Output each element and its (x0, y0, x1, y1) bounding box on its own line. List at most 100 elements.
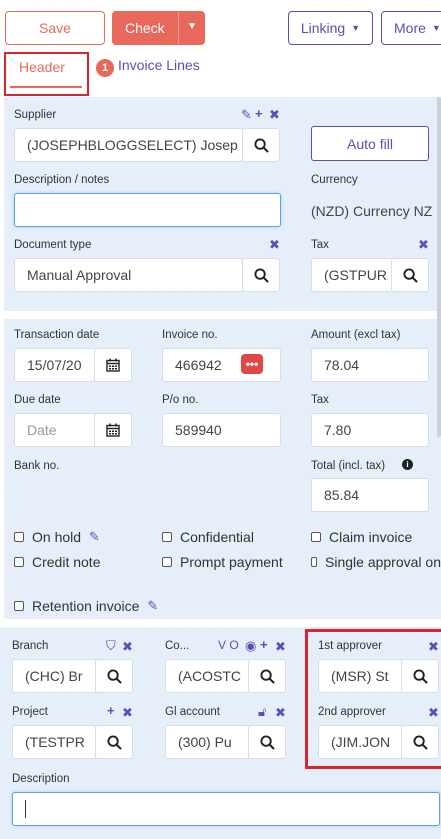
search-icon[interactable] (248, 659, 286, 693)
linking-label: Linking (300, 20, 346, 36)
total-incl-tax-input[interactable]: 85.84 (311, 478, 429, 512)
search-icon[interactable] (95, 659, 133, 693)
claim-invoice-checkbox[interactable]: Claim invoice (311, 529, 412, 545)
checkbox-box[interactable] (14, 557, 24, 567)
calendar-icon[interactable] (94, 413, 132, 447)
retention-invoice-label: Retention invoice (32, 598, 140, 614)
po-no-input[interactable]: 589940 (162, 413, 281, 447)
branch-input[interactable]: (CHC) Br (12, 659, 97, 693)
invoice-lines-badge: 1 (96, 59, 114, 77)
tab-active-underline (10, 86, 82, 88)
plus-icon[interactable]: + (107, 703, 115, 718)
info-icon[interactable]: i (402, 459, 413, 470)
approver-highlight (305, 629, 441, 769)
scrollbar[interactable] (437, 97, 441, 437)
eye-icon[interactable]: ◉ (245, 638, 256, 654)
project-input[interactable]: (TESTPR (12, 725, 97, 759)
supplier-label: Supplier (14, 109, 57, 121)
description-input[interactable] (12, 792, 440, 826)
search-icon[interactable] (248, 725, 286, 759)
save-button[interactable]: Save (5, 11, 105, 45)
bank-no-label: Bank no. (14, 460, 60, 472)
prompt-payment-checkbox[interactable]: Prompt payment (162, 554, 283, 570)
edit-icon[interactable]: ✎ (241, 107, 252, 123)
gl-account-input[interactable]: (300) Pu (165, 725, 250, 759)
search-icon[interactable] (391, 258, 429, 292)
search-icon[interactable] (242, 258, 280, 292)
checkbox-box[interactable] (311, 532, 321, 542)
tab-invoice-lines[interactable]: Invoice Lines (118, 57, 200, 73)
search-icon[interactable] (242, 128, 280, 162)
project-label: Project (12, 706, 48, 718)
close-icon[interactable]: ✖ (275, 705, 286, 721)
supplier-input[interactable]: (JOSEPHBLOGGSELECT) Josep (14, 128, 243, 162)
auto-fill-button[interactable]: Auto fill (311, 126, 429, 161)
chevron-down-icon: ▼ (351, 23, 361, 33)
divider (178, 12, 179, 44)
description-label: Description (12, 773, 70, 785)
due-date-input[interactable]: Date (14, 413, 96, 447)
vo-text[interactable]: V O (218, 638, 239, 652)
shield-icon[interactable]: ⛉ (106, 638, 116, 654)
retention-invoice-checkbox[interactable]: Retention invoice ✎ (14, 598, 158, 614)
check-button[interactable]: Check ▼ (112, 11, 205, 45)
pencil-icon[interactable]: ✎ (89, 529, 100, 545)
more-label: More (394, 20, 426, 36)
amount-excl-tax-input[interactable]: 78.04 (311, 348, 429, 382)
po-no-label: P/o no. (162, 394, 199, 406)
check-button-label: Check (125, 20, 165, 36)
linking-button[interactable]: Linking ▼ (288, 11, 373, 45)
tax-code-label: Tax (311, 239, 329, 251)
text-cursor (25, 800, 26, 818)
close-icon[interactable]: ✖ (122, 639, 133, 655)
amount-excl-tax-label: Amount (excl tax) (311, 329, 401, 341)
tax-amount-input[interactable]: 7.80 (311, 413, 429, 447)
unlock-icon[interactable]: 🔓︎ (258, 704, 266, 720)
more-button[interactable]: More ▼ (381, 11, 441, 45)
confidential-label: Confidential (180, 529, 254, 545)
total-incl-tax-label: Total (incl. tax) (311, 460, 386, 472)
checkbox-box[interactable] (14, 601, 24, 611)
checkbox-box[interactable] (311, 557, 318, 567)
close-icon[interactable]: ✖ (275, 639, 286, 655)
tab-header-label: Header (19, 59, 65, 75)
due-date-label: Due date (14, 394, 61, 406)
transaction-date-label: Transaction date (14, 329, 100, 341)
confidential-checkbox[interactable]: Confidential (162, 529, 254, 545)
contact-input[interactable]: (ACOSTC (165, 659, 250, 693)
prompt-payment-label: Prompt payment (180, 554, 283, 570)
on-hold-checkbox[interactable]: On hold ✎ (14, 529, 100, 545)
plus-icon[interactable]: + (255, 106, 263, 121)
more-dots-icon[interactable]: ••• (241, 354, 263, 374)
close-icon[interactable]: ✖ (269, 237, 280, 253)
checkbox-box[interactable] (162, 557, 172, 567)
tab-header[interactable]: Header (4, 52, 89, 96)
claim-invoice-label: Claim invoice (329, 529, 413, 545)
checkbox-box[interactable] (14, 532, 24, 542)
checkbox-box[interactable] (162, 532, 172, 542)
close-icon[interactable]: ✖ (418, 237, 429, 253)
close-icon[interactable]: ✖ (269, 107, 280, 123)
pencil-icon[interactable]: ✎ (147, 598, 158, 614)
branch-label: Branch (12, 640, 49, 652)
transaction-date-input[interactable]: 15/07/20 (14, 348, 96, 382)
credit-note-checkbox[interactable]: Credit note (14, 554, 100, 570)
close-icon[interactable]: ✖ (122, 705, 133, 721)
credit-note-label: Credit note (32, 554, 101, 570)
currency-value: (NZD) Currency NZ (311, 203, 433, 219)
tax-code-input[interactable]: (GSTPUR (311, 258, 393, 292)
currency-label: Currency (311, 174, 358, 186)
calendar-icon[interactable] (94, 348, 132, 382)
description-notes-input[interactable] (14, 193, 281, 227)
search-icon[interactable] (95, 725, 133, 759)
single-approval-checkbox[interactable]: Single approval on (311, 554, 441, 570)
plus-icon[interactable]: + (260, 637, 268, 652)
contact-label: Co... (165, 640, 190, 652)
document-type-input[interactable]: Manual Approval (14, 258, 243, 292)
chevron-down-icon[interactable]: ▼ (187, 21, 197, 32)
on-hold-label: On hold (32, 529, 82, 545)
invoice-no-label: Invoice no. (162, 329, 218, 341)
invoice-no-input[interactable]: 466942 (162, 348, 281, 382)
single-approval-label: Single approval on (325, 554, 441, 570)
document-type-label: Document type (14, 239, 92, 251)
